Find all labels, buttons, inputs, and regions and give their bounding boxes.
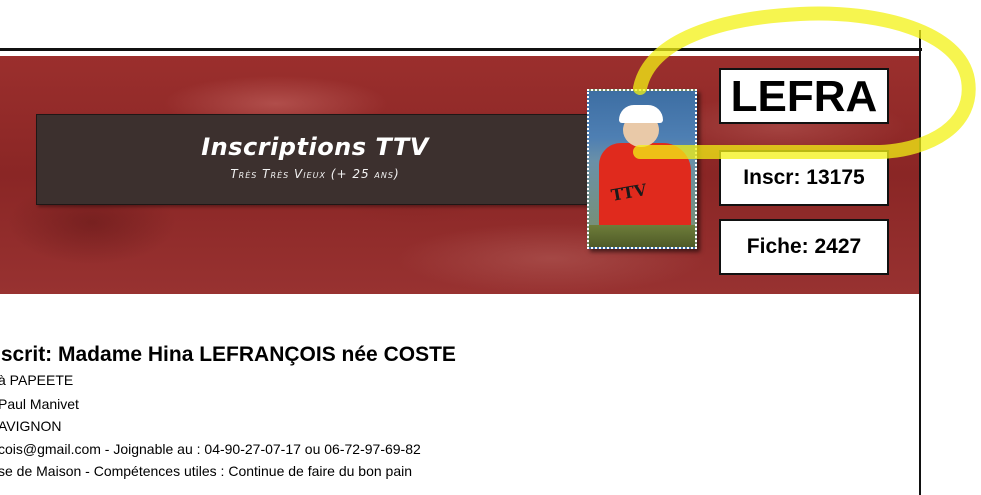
registrant-detail-line: se de Maison - Compétences utiles : Cont… — [0, 463, 413, 479]
photo-grass — [589, 225, 695, 247]
registrant-detail-line: AVIGNON — [0, 418, 62, 434]
registrant-detail-line: Paul Manivet — [0, 396, 79, 412]
page-subtitle: Très Très Vieux (+ 25 ans) — [230, 167, 400, 181]
member-code-box: LEFRA — [719, 68, 889, 124]
registrant-detail-line: à PAPEETE — [0, 372, 74, 388]
title-panel: Inscriptions TTV Très Très Vieux (+ 25 a… — [36, 114, 594, 205]
registrant-heading: nscrit: Madame Hina LEFRANÇOIS née COSTE — [0, 343, 456, 366]
top-rule — [0, 48, 922, 51]
photo-cap — [619, 105, 663, 123]
player-photo: TTV — [587, 89, 697, 249]
fiche-number-box: Fiche: 2427 — [719, 219, 889, 275]
registrant-detail-line: cois@gmail.com - Joignable au : 04-90-27… — [0, 441, 421, 457]
page-title: Inscriptions TTV — [201, 133, 429, 161]
inscription-number-box: Inscr: 13175 — [719, 150, 889, 206]
right-rule — [919, 30, 921, 495]
